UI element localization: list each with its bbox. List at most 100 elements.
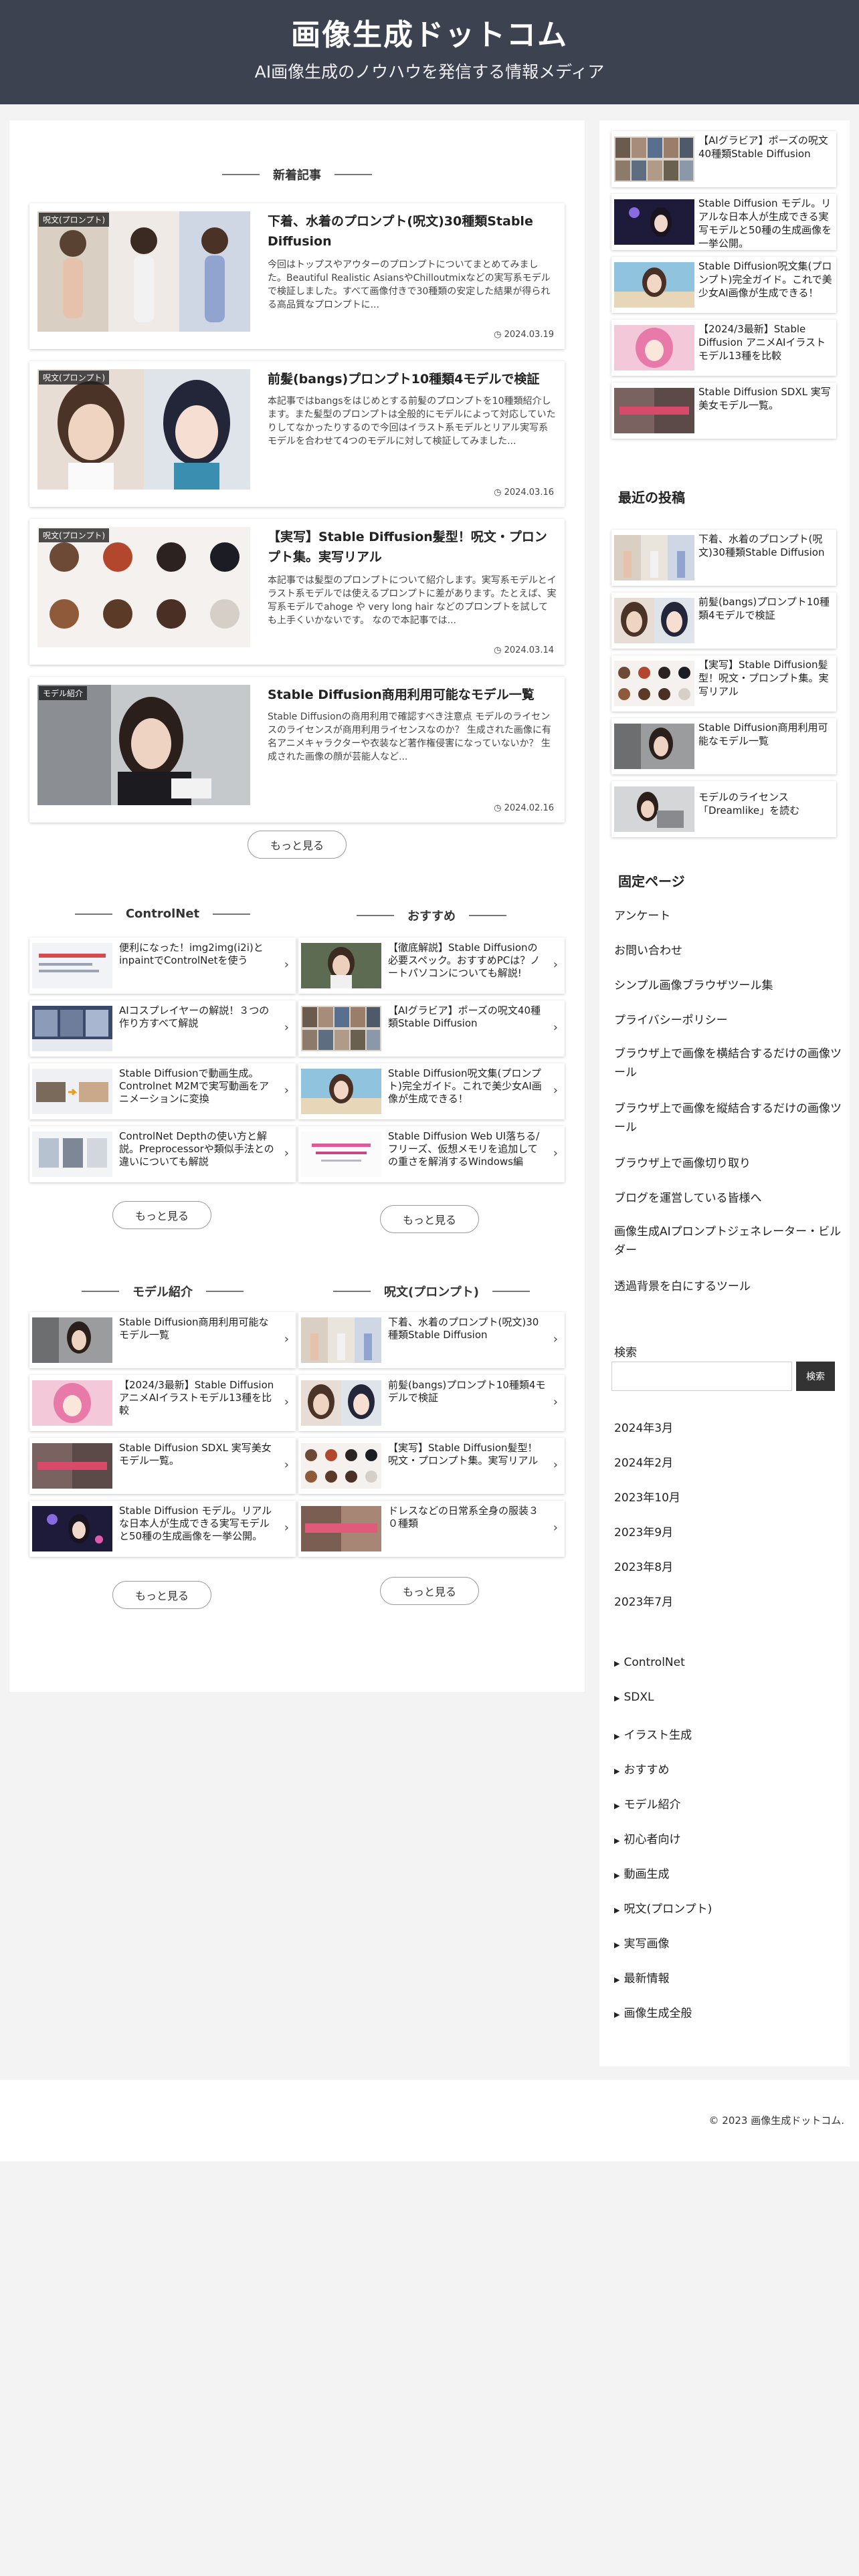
list-item[interactable]: Stable Diffusionで動画生成。Controlnet M2Mで実写動… (29, 1063, 296, 1119)
more-button[interactable]: もっと見る (380, 1205, 479, 1233)
article-card[interactable]: 呪文(プロンプト) 【実写】Stable Diffusion髪型！呪文・プロンプ… (29, 519, 565, 665)
article-thumbnail: 呪文(プロンプト) (37, 369, 250, 490)
more-button[interactable]: もっと見る (112, 1581, 211, 1609)
list-item[interactable]: 【2024/3最新】Stable Diffusion アニメAIイラストモデル1… (29, 1375, 296, 1431)
item-thumbnail (614, 786, 694, 832)
category-link[interactable]: ▶ 初心者向け (614, 1830, 680, 1846)
category-link[interactable]: ▶ モデル紹介 (614, 1795, 680, 1812)
search-button[interactable]: 検索 (796, 1362, 835, 1391)
item-title: AIコスプレイヤーの解説！３つの作り方すべて解説 (119, 1004, 270, 1029)
recent-post-item[interactable]: Stable Diffusion商用利用可能なモデル一覧 (611, 718, 836, 774)
clock-icon: ◷ (494, 645, 502, 655)
fixed-page-link[interactable]: 画像生成AIプロンプトジェネレーター・ビルダー (614, 1222, 842, 1260)
item-thumbnail (32, 1006, 112, 1051)
item-thumbnail (32, 1506, 112, 1551)
fixed-page-link[interactable]: ブラウザ上で画像を縦結合するだけの画像ツール (614, 1099, 842, 1137)
item-title: Stable Diffusion モデル。リアルな日本人が生成できる実写モデルと… (119, 1505, 272, 1542)
triangle-right-icon: ▶ (614, 1871, 620, 1880)
fixed-page-link[interactable]: ブラウザ上で画像切り取り (614, 1154, 842, 1173)
item-title: Stable Diffusion Web UI落ちる/フリーズ、仮想メモリを追加… (388, 1130, 540, 1168)
more-button[interactable]: もっと見る (380, 1577, 479, 1605)
fixed-page-link[interactable]: アンケート (614, 907, 842, 926)
category-link[interactable]: ▶ SDXL (614, 1691, 654, 1704)
category-link[interactable]: ▶ 画像生成全般 (614, 2004, 692, 2020)
section-title: おすすめ (407, 909, 456, 924)
article-title[interactable]: Stable Diffusion商用利用可能なモデル一覧 (268, 685, 555, 705)
list-item[interactable]: Stable Diffusion呪文集(プロンプト)完全ガイド。これで美少女AI… (298, 1063, 565, 1119)
chevron-right-icon: › (553, 1083, 558, 1097)
fixed-page-link[interactable]: プライバシーポリシー (614, 1011, 842, 1030)
fixed-page-link[interactable]: お問い合わせ (614, 942, 842, 960)
item-thumbnail (32, 1380, 112, 1426)
category-badge: 呪文(プロンプト) (39, 370, 110, 385)
item-thumbnail (614, 136, 694, 182)
archive-link[interactable]: 2023年8月 (614, 1558, 842, 1577)
chevron-right-icon: › (553, 1395, 558, 1409)
list-item[interactable]: 便利になった！img2img(i2i)とinpaintでControlNetを使… (29, 938, 296, 994)
list-item[interactable]: Stable Diffusion商用利用可能なモデル一覧 › (29, 1312, 296, 1368)
category-link[interactable]: ▶ 動画生成 (614, 1864, 669, 1881)
list-item[interactable]: 【実写】Stable Diffusion髪型！呪文・プロンプト集。実写リアル › (298, 1438, 565, 1494)
article-date-text: 2024.03.14 (504, 645, 554, 655)
list-item[interactable]: Stable Diffusion モデル。リアルな日本人が生成できる実写モデルと… (29, 1501, 296, 1557)
list-item[interactable]: 前髪(bangs)プロンプト10種類4モデルで検証 › (298, 1375, 565, 1431)
recent-post-item[interactable]: 【実写】Stable Diffusion髪型！呪文・プロンプト集。実写リアル (611, 655, 836, 712)
article-title[interactable]: 【実写】Stable Diffusion髪型！呪文・プロンプト集。実写リアル (268, 527, 555, 567)
archive-link[interactable]: 2024年3月 (614, 1419, 842, 1438)
sidebar-popular-item[interactable]: Stable Diffusion SDXL 実写美女モデル一覧。 (611, 383, 836, 439)
list-item[interactable]: 【徹底解説】Stable Diffusionの必要スペック。おすすめPCは？ノー… (298, 938, 565, 994)
chevron-right-icon: › (284, 1458, 289, 1472)
article-thumbnail: モデル紹介 (37, 685, 250, 805)
list-item[interactable]: ドレスなどの日常系全身の服装３０種類 › (298, 1501, 565, 1557)
list-item[interactable]: AIコスプレイヤーの解説！３つの作り方すべて解説 › (29, 1000, 296, 1057)
item-title: ドレスなどの日常系全身の服装３０種類 (388, 1505, 539, 1529)
article-card[interactable]: 呪文(プロンプト) 前髪(bangs)プロンプト10種類4モデルで検証 本記事で… (29, 361, 565, 507)
sidebar-popular-item[interactable]: 【AIグラビア】ポーズの呪文40種類Stable Diffusion (611, 131, 836, 187)
sidebar-popular-item[interactable]: 【2024/3最新】Stable Diffusion アニメAIイラストモデル1… (611, 320, 836, 376)
category-link[interactable]: ▶ おすすめ (614, 1760, 669, 1777)
fixed-page-link[interactable]: シンプル画像ブラウザツール集 (614, 976, 842, 995)
fixed-page-link[interactable]: ブラウザ上で画像を横結合するだけの画像ツール (614, 1045, 842, 1082)
item-title: Stable Diffusion呪文集(プロンプト)完全ガイド。これで美少女AI… (698, 260, 832, 299)
item-thumbnail (301, 1069, 381, 1114)
archive-link[interactable]: 2023年7月 (614, 1593, 842, 1612)
fixed-page-link[interactable]: 透過背景を白にするツール (614, 1277, 842, 1296)
fixed-page-link[interactable]: ブログを運営している皆様へ (614, 1189, 842, 1208)
category-link[interactable]: ▶ イラスト生成 (614, 1725, 692, 1742)
article-date-text: 2024.03.19 (504, 330, 554, 340)
site-logo[interactable]: 画像生成ドットコム (0, 11, 859, 53)
sidebar-popular-item[interactable]: Stable Diffusion モデル。リアルな日本人が生成できる実写モデルと… (611, 194, 836, 250)
list-item[interactable]: Stable Diffusion Web UI落ちる/フリーズ、仮想メモリを追加… (298, 1126, 565, 1182)
item-title: 【実写】Stable Diffusion髪型！呪文・プロンプト集。実写リアル (388, 1442, 539, 1467)
recent-post-item[interactable]: モデルのライセンス「Dreamlike」を読む (611, 781, 836, 837)
list-item[interactable]: ControlNet Depthの使い方と解説。Preprocessorや類似手… (29, 1126, 296, 1182)
article-date-text: 2024.03.16 (504, 488, 554, 498)
article-thumbnail: 呪文(プロンプト) (37, 211, 250, 332)
category-link[interactable]: ▶ ControlNet (614, 1656, 685, 1669)
clock-icon: ◷ (494, 488, 502, 498)
section-title: ControlNet (125, 907, 200, 921)
item-title: 【AIグラビア】ポーズの呪文40種類Stable Diffusion (388, 1004, 541, 1029)
list-item[interactable]: 下着、水着のプロンプト(呪文)30種類Stable Diffusion › (298, 1312, 565, 1368)
article-title[interactable]: 前髪(bangs)プロンプト10種類4モデルで検証 (268, 369, 555, 389)
sidebar-popular-item[interactable]: Stable Diffusion呪文集(プロンプト)完全ガイド。これで美少女AI… (611, 257, 836, 313)
list-item[interactable]: Stable Diffusion SDXL 実写美女モデル一覧。 › (29, 1438, 296, 1494)
article-title[interactable]: 下着、水着のプロンプト(呪文)30種類Stable Diffusion (268, 211, 555, 251)
list-item[interactable]: 【AIグラビア】ポーズの呪文40種類Stable Diffusion › (298, 1000, 565, 1057)
section-title: モデル紹介 (132, 1285, 193, 1299)
main-content: 新着記事 呪文(プロンプト) 下着、水着のプロンプト(呪文)30種類Stable… (9, 120, 585, 1692)
more-button[interactable]: もっと見る (248, 831, 347, 859)
category-link[interactable]: ▶ 呪文(プロンプト) (614, 1899, 712, 1916)
recent-post-item[interactable]: 下着、水着のプロンプト(呪文)30種類Stable Diffusion (611, 530, 836, 586)
search-input[interactable] (611, 1362, 792, 1391)
archive-link[interactable]: 2023年10月 (614, 1489, 842, 1507)
recent-post-item[interactable]: 前髪(bangs)プロンプト10種類4モデルで検証 (611, 593, 836, 649)
category-link[interactable]: ▶ 実写画像 (614, 1934, 669, 1951)
archive-link[interactable]: 2024年2月 (614, 1454, 842, 1473)
item-title: 下着、水着のプロンプト(呪文)30種類Stable Diffusion (388, 1316, 539, 1341)
article-card[interactable]: モデル紹介 Stable Diffusion商用利用可能なモデル一覧 Stabl… (29, 677, 565, 823)
archive-link[interactable]: 2023年9月 (614, 1523, 842, 1542)
more-button[interactable]: もっと見る (112, 1201, 211, 1229)
article-card[interactable]: 呪文(プロンプト) 下着、水着のプロンプト(呪文)30種類Stable Diff… (29, 203, 565, 349)
category-link[interactable]: ▶ 最新情報 (614, 1969, 669, 1985)
